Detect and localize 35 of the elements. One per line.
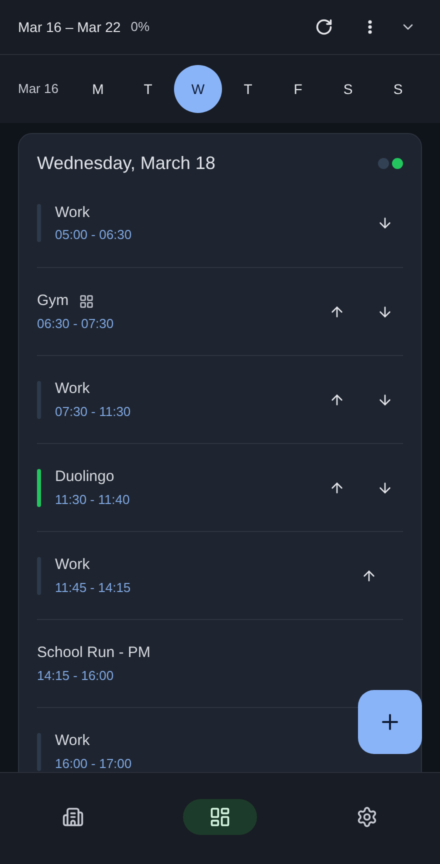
entry-title: School Run - PM xyxy=(37,643,150,663)
entry-title: Duolingo xyxy=(55,467,114,487)
day-title: Wednesday, March 18 xyxy=(37,152,216,175)
day-tab[interactable]: S xyxy=(374,65,422,113)
day-tab[interactable]: F xyxy=(274,65,322,113)
entry-title: Work xyxy=(55,379,90,399)
progress-percent: 0% xyxy=(130,18,150,36)
entry-title: Work xyxy=(55,202,90,222)
entry-title: Work xyxy=(55,731,90,751)
entry-time: 06:30 - 07:30 xyxy=(37,314,115,332)
arrow-down-icon xyxy=(377,392,393,408)
refresh-icon xyxy=(315,18,333,36)
more-icon xyxy=(368,20,372,34)
day-tab[interactable]: T xyxy=(124,65,172,113)
entry-title: Work xyxy=(55,555,90,575)
settings-icon xyxy=(356,806,378,828)
day-tab[interactable]: W xyxy=(174,65,222,113)
nav-tab[interactable] xyxy=(182,798,257,834)
add-button[interactable] xyxy=(358,690,422,754)
arrow-down-icon xyxy=(377,304,393,320)
day-tab[interactable]: S xyxy=(324,65,372,113)
entry-time: 05:00 - 06:30 xyxy=(55,226,133,244)
day-tab[interactable]: M xyxy=(74,65,122,113)
entry-time: 07:30 - 11:30 xyxy=(55,402,132,420)
arrow-down-icon xyxy=(377,480,393,496)
entry-time: 11:45 - 14:15 xyxy=(55,578,132,596)
entry-time: 14:15 - 16:00 xyxy=(37,666,115,684)
entry-title: Gym xyxy=(37,291,69,311)
week-label: Mar 16 xyxy=(18,80,60,98)
day-tab[interactable]: T xyxy=(224,65,272,113)
buildings-icon xyxy=(62,806,84,828)
entry-time: 11:30 - 11:40 xyxy=(55,490,131,508)
entry-time: 16:00 - 17:00 xyxy=(55,754,133,772)
dashboard-icon xyxy=(208,806,231,828)
date-range: Mar 16 – Mar 22 xyxy=(18,18,121,36)
